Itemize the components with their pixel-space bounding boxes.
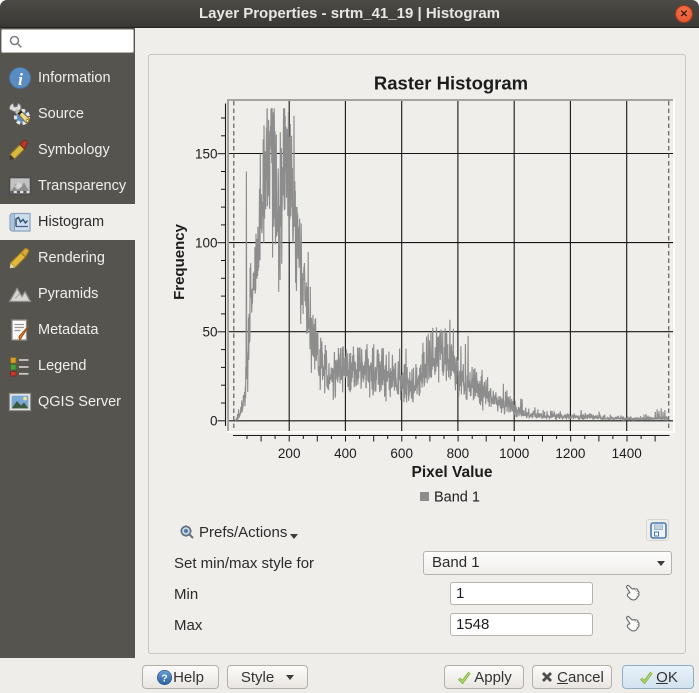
svg-text:i: i [18,70,23,89]
svg-text:100: 100 [195,235,218,250]
svg-text:1000: 1000 [499,446,529,461]
svg-text:Band 1: Band 1 [434,490,480,506]
svg-text:200: 200 [278,446,301,461]
svg-text:1200: 1200 [555,446,585,461]
svg-text:?: ? [161,672,167,684]
svg-text:800: 800 [447,446,470,461]
svg-text:50: 50 [202,325,217,340]
svg-text:Pixel Value: Pixel Value [412,464,493,481]
svg-text:1400: 1400 [612,446,642,461]
svg-text:400: 400 [334,446,357,461]
svg-text:600: 600 [390,446,413,461]
svg-text:0: 0 [210,414,218,429]
svg-text:150: 150 [195,146,218,161]
svg-text:Frequency: Frequency [171,223,188,300]
svg-text:Raster Histogram: Raster Histogram [374,73,528,94]
